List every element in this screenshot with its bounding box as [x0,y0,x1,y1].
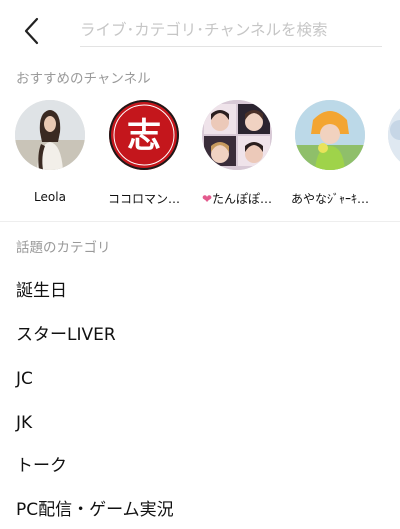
avatar: 志 [109,100,179,170]
channel-name: ココロマン… [107,192,180,206]
channel-name: あやなｼﾞｬｰｷ… [290,192,369,206]
channel-item-tanpopo[interactable]: ❤たんぽぽ… [191,100,283,207]
category-item-star-liver[interactable]: スターLIVER [16,320,384,350]
channel-item-leola[interactable]: Leola [4,100,96,204]
back-button[interactable] [18,14,48,48]
avatar [295,100,365,170]
channel-name: ❤たんぽぽ… [201,192,273,206]
channel-item-partial[interactable] [377,100,400,170]
heart-icon: ❤ [201,192,213,206]
channel-item-kokoroman[interactable]: 志 ココロマン… [98,100,190,207]
avatar [202,100,272,170]
category-item-talk[interactable]: トーク [16,451,384,481]
channel-item-ayana[interactable]: あやなｼﾞｬｰｷ… [284,100,376,207]
category-item-pc-streaming[interactable]: PC配信・ゲーム実況 [16,495,384,525]
chevron-left-icon [24,17,39,45]
category-item-jk[interactable]: JK [16,408,384,438]
trending-categories-title: 話題のカテゴリ [16,240,111,256]
seal-logo: 志 [127,116,161,156]
search-input[interactable] [80,14,382,47]
category-item-birthday[interactable]: 誕生日 [16,276,384,306]
avatar [388,100,400,170]
category-item-jc[interactable]: JC [16,364,384,394]
avatar [15,100,85,170]
channel-name: Leola [34,190,66,204]
section-divider [0,221,400,222]
channel-carousel[interactable]: Leola 志 ココロマン… ❤たんぽぽ… あやなｼﾞｬｰｷ… [0,100,400,210]
recommended-channels-title: おすすめのチャンネル [16,71,151,87]
top-bar [0,0,400,60]
